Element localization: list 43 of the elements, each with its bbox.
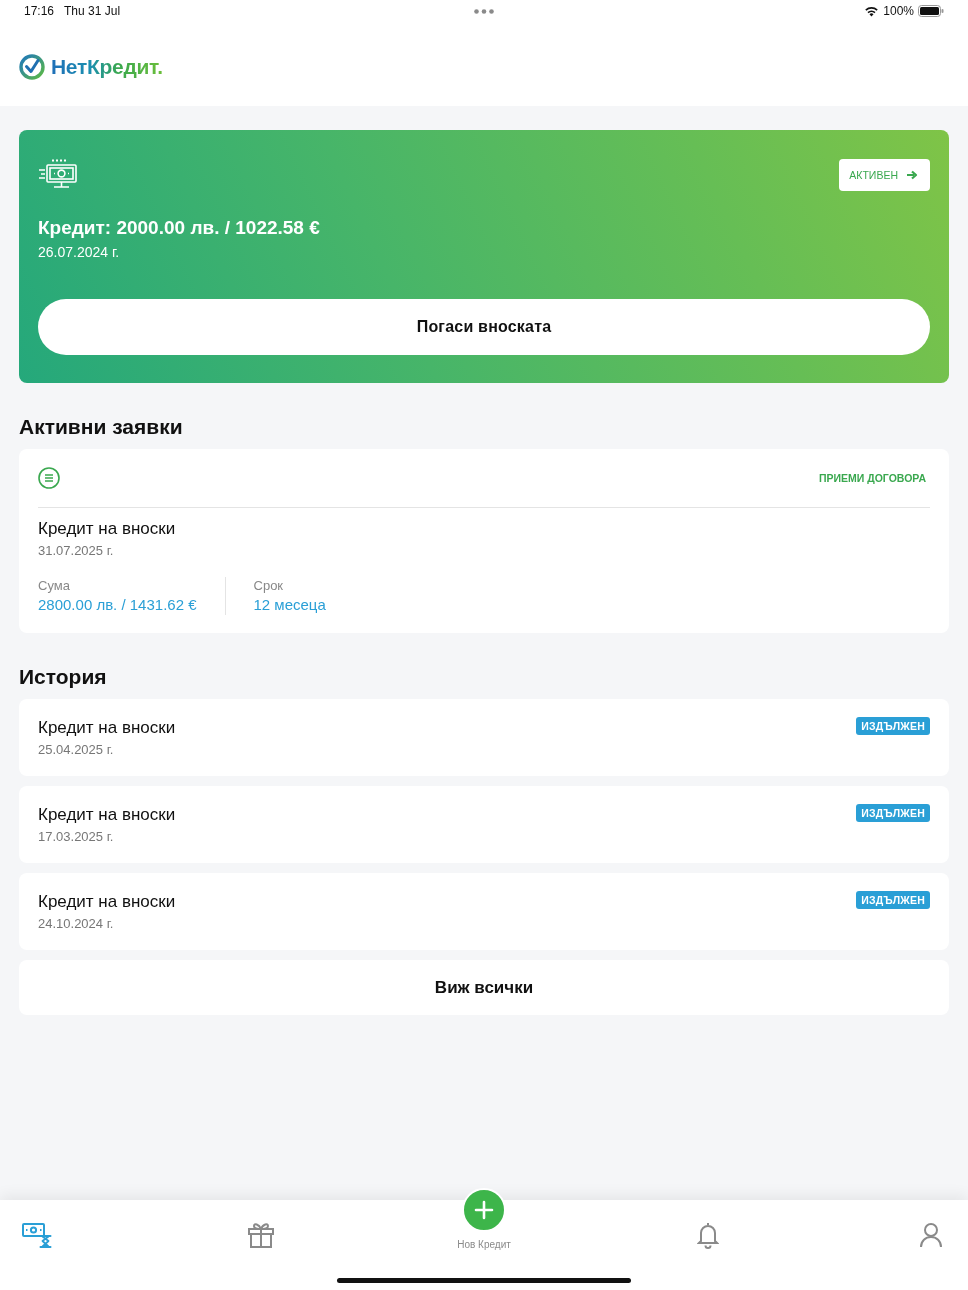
- list-circle-icon: [38, 467, 60, 489]
- bell-icon: [696, 1221, 719, 1249]
- gift-icon: [246, 1222, 275, 1248]
- history-title: Кредит на вноски: [38, 717, 176, 739]
- history-card[interactable]: Кредит на вноски 24.10.2024 г. ИЗДЪЛЖЕН: [19, 873, 949, 950]
- history-card[interactable]: Кредит на вноски 17.03.2025 г. ИЗДЪЛЖЕН: [19, 786, 949, 863]
- history-date: 25.04.2025 г.: [38, 741, 115, 759]
- section-heading: Активни заявки: [19, 414, 184, 440]
- field-label: Срок: [253, 577, 285, 595]
- battery-icon: [918, 5, 944, 17]
- pay-installment-button[interactable]: Погаси вноската: [38, 299, 930, 355]
- view-all-button[interactable]: Виж всички: [19, 960, 949, 1015]
- history-date: 24.10.2024 г.: [38, 915, 115, 933]
- tab-button[interactable]: [919, 1221, 943, 1249]
- check-circle-logo-icon: [19, 54, 45, 80]
- person-icon: [919, 1222, 943, 1248]
- request-date: 31.07.2025 г.: [38, 542, 115, 560]
- loan-title: Кредит: 2000.00 лв. / 1022.58 €: [38, 216, 321, 240]
- banknote-icon: [38, 158, 78, 191]
- new-credit-button[interactable]: Нов Кредит: [457, 1188, 511, 1251]
- field-value: 2800.00 лв. / 1431.62 €: [38, 595, 197, 615]
- field-label: Сума: [38, 577, 71, 595]
- loan-date: 26.07.2024 г.: [38, 243, 121, 261]
- tab-button[interactable]: [246, 1221, 275, 1249]
- banknote-hourglass-icon: [22, 1222, 52, 1248]
- tab-button[interactable]: [22, 1221, 52, 1249]
- history-title: Кредит на вноски: [38, 891, 176, 913]
- request-title: Кредит на вноски: [38, 518, 177, 540]
- status-badge: ИЗДЪЛЖЕН: [856, 717, 930, 735]
- more-dots-icon: [474, 8, 494, 14]
- status-badge: ИЗДЪЛЖЕН: [856, 891, 930, 909]
- tab-button[interactable]: [696, 1221, 719, 1249]
- section-heading: История: [19, 664, 108, 690]
- history-title: Кредит на вноски: [38, 804, 176, 826]
- status-date: Thu 31 Jul: [64, 4, 121, 18]
- field-value: 12 месеца: [253, 595, 326, 615]
- history-date: 17.03.2025 г.: [38, 828, 115, 846]
- history-card[interactable]: Кредит на вноски 25.04.2025 г. ИЗДЪЛЖЕН: [19, 699, 949, 776]
- status-badge: ИЗДЪЛЖЕН: [856, 804, 930, 822]
- battery-percent: 100%: [883, 4, 914, 18]
- status-time: 17:16: [24, 4, 55, 18]
- arrow-right-icon: [907, 169, 918, 180]
- wifi-icon: [864, 5, 880, 17]
